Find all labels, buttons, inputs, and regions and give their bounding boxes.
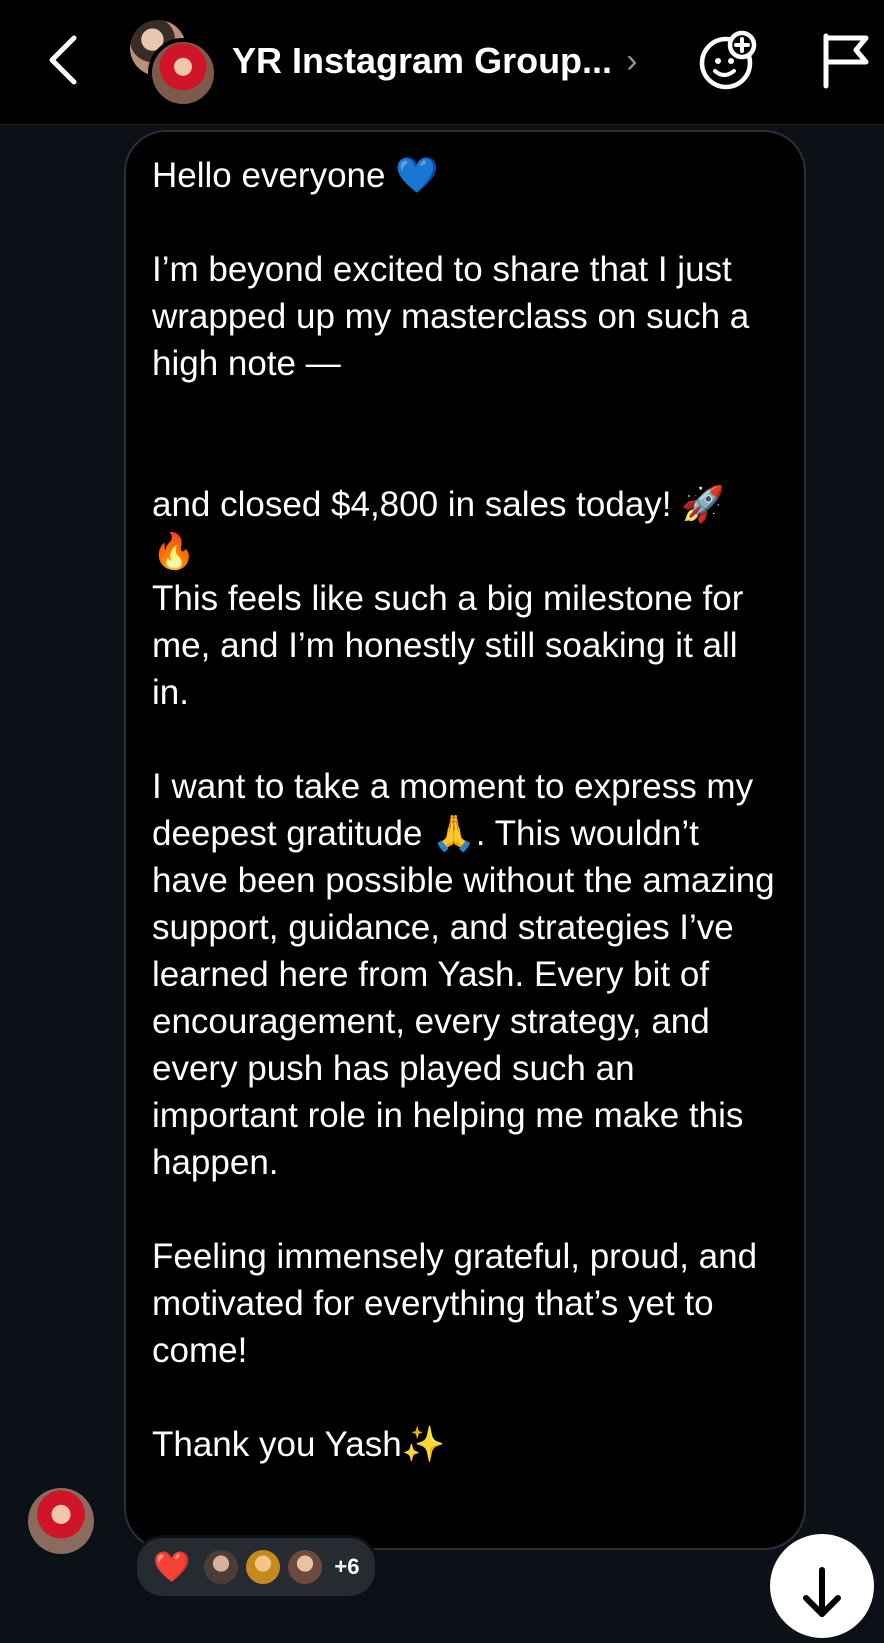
arrow-down-icon <box>803 1567 841 1617</box>
chevron-right-icon: › <box>626 41 638 80</box>
flag-icon[interactable] <box>820 32 872 90</box>
chat-header: YR Instagram Group... › <box>0 0 884 125</box>
group-avatar-primary <box>148 38 218 108</box>
reactor-avatar <box>288 1550 323 1584</box>
message-bubble[interactable]: Hello everyone 💙 I’m beyond excited to s… <box>124 130 806 1550</box>
back-icon[interactable] <box>40 30 90 90</box>
sticker-add-icon[interactable] <box>696 30 758 92</box>
reaction-more-count: +6 <box>334 1554 360 1579</box>
reactor-avatar <box>204 1550 239 1584</box>
group-title: YR Instagram Group... <box>232 40 613 81</box>
group-title-link[interactable]: YR Instagram Group... › <box>232 34 637 88</box>
heart-reaction-icon: ❤️ <box>153 1550 191 1584</box>
sender-avatar[interactable] <box>28 1488 94 1554</box>
reactions-pill[interactable]: ❤️ +6 <box>134 1535 379 1599</box>
scroll-to-bottom-button[interactable] <box>770 1534 874 1638</box>
group-avatar[interactable] <box>130 20 218 108</box>
reactor-avatar <box>246 1550 281 1584</box>
